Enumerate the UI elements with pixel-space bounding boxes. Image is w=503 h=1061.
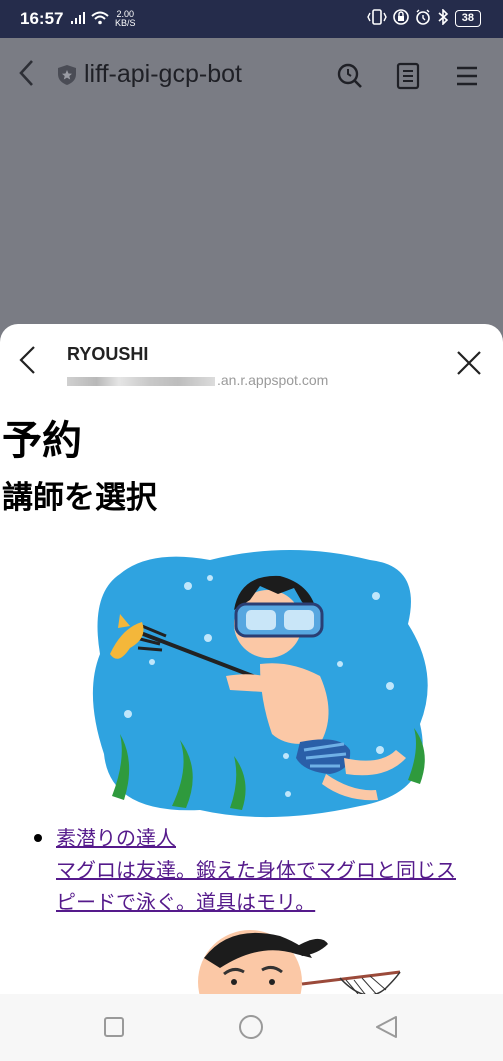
diver-illustration[interactable] <box>90 544 442 820</box>
status-right-icons: 38 <box>366 8 481 28</box>
alarm-icon <box>415 9 431 28</box>
app-header: liff-api-gcp-bot <box>0 38 503 114</box>
page-title: 予約 <box>2 419 82 463</box>
battery-indicator: 38 <box>454 10 481 27</box>
status-left-icons: 2.00 KB/S <box>71 10 136 28</box>
sheet-header: RYOUSHI .an.r.appspot.com <box>0 324 503 394</box>
search-icon[interactable] <box>336 62 364 90</box>
instructor-desc-link-cont[interactable]: ピードで泳ぐ。道具はモリ。 <box>56 886 315 915</box>
system-nav-bar <box>0 994 503 1061</box>
signal-icon <box>71 11 85 27</box>
back-icon[interactable] <box>18 58 34 96</box>
lock-rotation-icon <box>392 9 409 28</box>
vibrate-icon <box>366 9 387 28</box>
sheet-back-icon[interactable] <box>16 344 38 376</box>
blurred-url-part <box>67 376 215 386</box>
sheet-url: .an.r.appspot.com <box>67 372 328 388</box>
liff-sheet: RYOUSHI .an.r.appspot.com 予約 講師を選択 素潜りの達… <box>0 324 503 994</box>
list-bullet <box>34 834 42 842</box>
net-speed-unit: KB/S <box>115 18 136 28</box>
sheet-title: RYOUSHI <box>67 344 149 364</box>
sheet-url-text: .an.r.appspot.com <box>217 372 329 388</box>
bluetooth-icon <box>437 8 449 28</box>
status-time: 16:57 <box>20 9 64 28</box>
circle-icon[interactable] <box>238 1014 264 1040</box>
shield-icon <box>57 64 77 86</box>
instructor-desc-link[interactable]: マグロは友達。鍛えた身体でマグロと同じス <box>56 854 456 883</box>
net-speed: 2.00 KB/S <box>115 10 136 28</box>
instructor-name-link[interactable]: 素潜りの達人 <box>56 822 176 851</box>
fisherman-illustration[interactable] <box>190 918 410 994</box>
page-subtitle: 講師を選択 <box>2 480 157 515</box>
triangle-back-icon[interactable] <box>374 1014 400 1040</box>
close-icon[interactable] <box>456 350 482 376</box>
document-icon[interactable] <box>395 62 423 90</box>
wifi-icon <box>91 11 109 28</box>
square-icon[interactable] <box>101 1014 127 1040</box>
app-title: liff-api-gcp-bot <box>84 60 242 88</box>
menu-icon[interactable] <box>454 62 482 90</box>
status-bar: 16:57 2.00 KB/S 38 <box>0 0 503 38</box>
